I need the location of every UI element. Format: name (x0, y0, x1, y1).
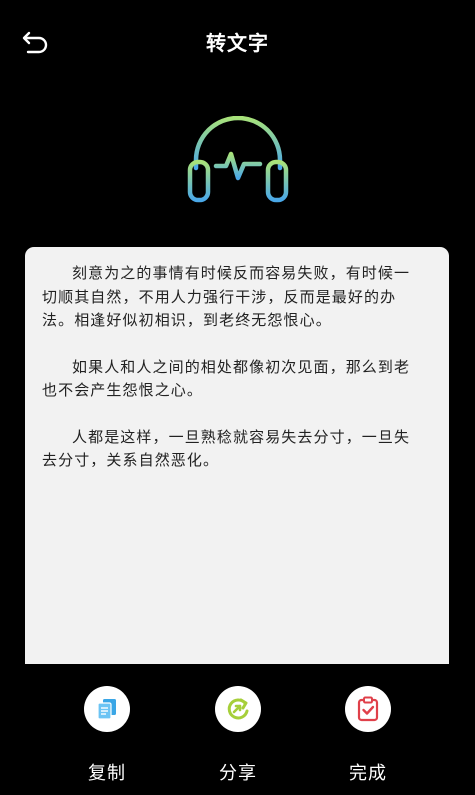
copy-icon (97, 699, 116, 720)
share-button[interactable]: 分享 (193, 686, 283, 785)
done-button[interactable]: 完成 (323, 686, 413, 785)
page-title: 转文字 (206, 31, 269, 55)
header: 转文字 (0, 0, 475, 84)
copy-button[interactable]: 复制 (62, 686, 152, 785)
done-label: 完成 (349, 763, 387, 784)
share-label: 分享 (219, 763, 257, 784)
transcript-paragraph: 刻意为之的事情有时候反而容易失败，有时候一切顺其自然，不用人力强行干涉，反而是最… (42, 264, 411, 329)
done-clipboard-icon (357, 696, 379, 722)
action-bar: 复制 分享 完成 (0, 664, 475, 795)
headphone-waveform-icon (186, 115, 290, 204)
transcript-paragraph: 人都是这样，一旦熟稔就容易失去分寸，一旦失去分寸，关系自然恶化。 (42, 427, 411, 470)
transcript-paragraph: 如果人和人之间的相处都像初次见面，那么到老也不会产生怨恨之心。 (42, 357, 411, 400)
transcript-text-area[interactable]: 刻意为之的事情有时候反而容易失败，有时候一切顺其自然，不用人力强行干涉，反而是最… (25, 247, 449, 664)
share-icon (227, 698, 249, 720)
copy-label: 复制 (88, 763, 126, 784)
